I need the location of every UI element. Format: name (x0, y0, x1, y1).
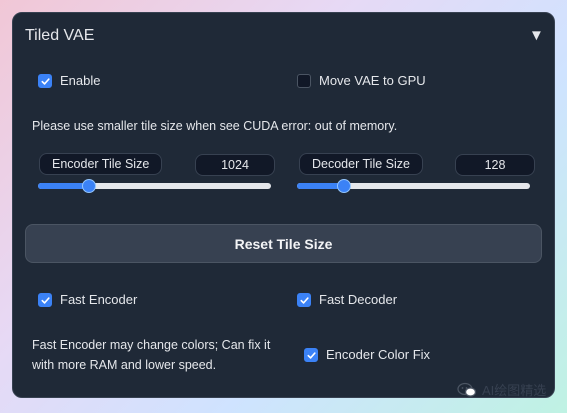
encoder-tile-size-input[interactable]: 1024 (195, 154, 275, 176)
decoder-tile-size-slider[interactable] (297, 179, 530, 193)
decoder-tile-size-input[interactable]: 128 (455, 154, 535, 176)
triangle-down-icon[interactable]: ▼ (529, 27, 544, 44)
check-icon (40, 296, 50, 304)
check-icon (306, 351, 316, 359)
watermark: AI绘图精选 (457, 380, 546, 399)
fast-decoder-checkbox[interactable] (297, 293, 311, 307)
move-vae-label: Move VAE to GPU (319, 73, 426, 88)
wechat-icon (457, 382, 477, 397)
tiled-vae-panel: Tiled VAE ▼ Enable Move VAE to GPU Pleas… (12, 12, 555, 398)
encoder-slider-thumb[interactable] (82, 179, 97, 193)
panel-title: Tiled VAE (25, 27, 95, 44)
cuda-warning-text: Please use smaller tile size when see CU… (32, 119, 398, 133)
fast-encoder-note-line1: Fast Encoder may change colors; Can fix … (32, 338, 271, 352)
move-vae-checkbox[interactable] (297, 74, 311, 88)
fast-decoder-label: Fast Decoder (319, 292, 398, 307)
enable-label: Enable (60, 73, 101, 88)
encoder-color-fix-checkbox[interactable] (304, 348, 318, 362)
encoder-tile-size-slider[interactable] (38, 179, 271, 193)
fast-encoder-label: Fast Encoder (60, 292, 138, 307)
check-icon (40, 77, 50, 85)
decoder-slider-thumb[interactable] (336, 179, 351, 193)
decoder-tile-size-label: Decoder Tile Size (299, 153, 423, 175)
enable-checkbox[interactable] (38, 74, 52, 88)
fast-encoder-note-line2: with more RAM and lower speed. (32, 358, 217, 372)
reset-tile-size-button[interactable]: Reset Tile Size (25, 224, 542, 263)
check-icon (299, 296, 309, 304)
encoder-tile-size-label: Encoder Tile Size (39, 153, 163, 175)
encoder-color-fix-label: Encoder Color Fix (326, 347, 431, 362)
watermark-text: AI绘图精选 (482, 383, 547, 398)
fast-encoder-checkbox[interactable] (38, 293, 52, 307)
